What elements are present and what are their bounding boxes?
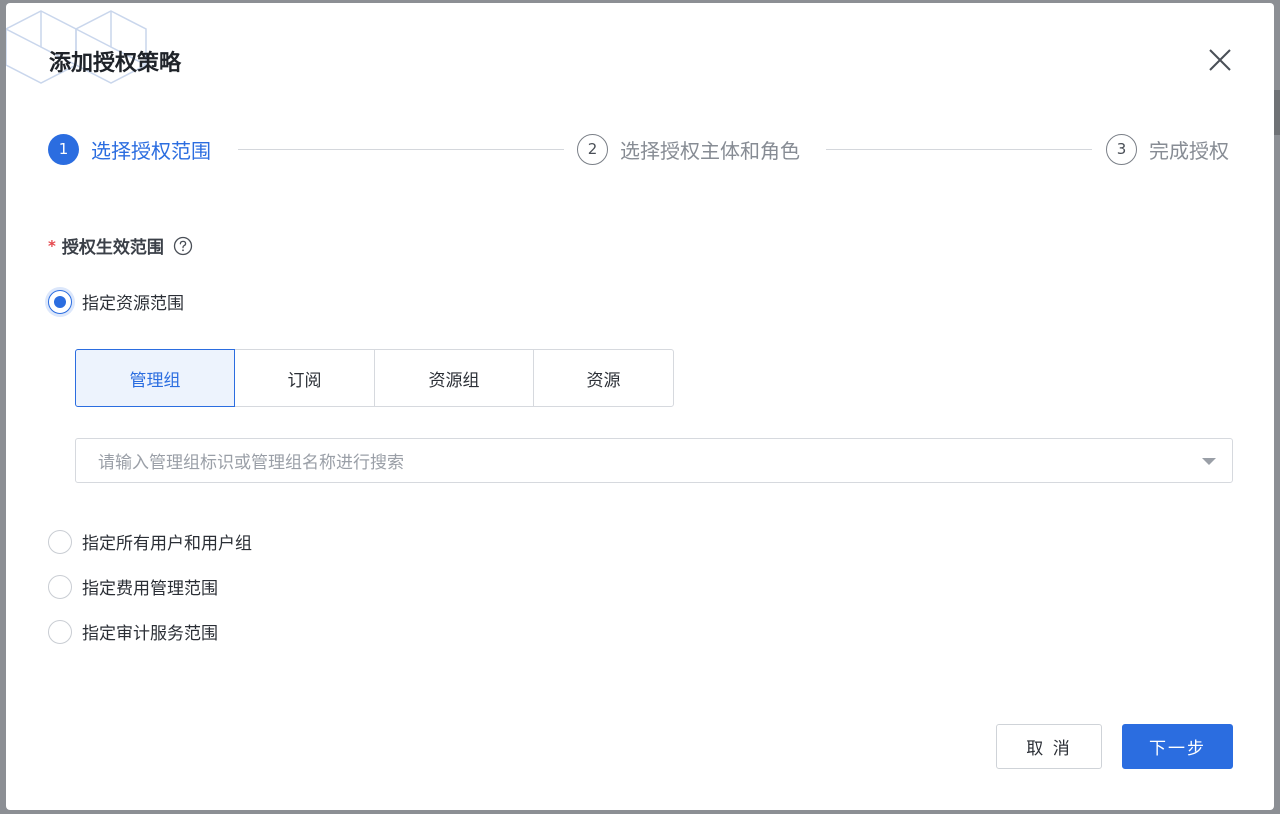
caret-down-icon[interactable] [1202, 458, 1216, 465]
step-connector [238, 149, 564, 150]
question-circle-icon[interactable] [173, 236, 193, 256]
scope-label-text: 授权生效范围 [61, 238, 164, 258]
step-indicator: 1 选择授权范围 2 选择授权主体和角色 3 完成授权 [48, 132, 1234, 166]
step-number: 3 [1106, 133, 1137, 165]
radio-label: 指定费用管理范围 [82, 579, 218, 599]
step-connector [826, 149, 1092, 150]
step-3: 3 完成授权 [1106, 132, 1229, 166]
step-1: 1 选择授权范围 [48, 132, 211, 166]
add-authorization-policy-dialog: 添加授权策略 1 选择授权范围 2 选择授权主体和角色 3 完成授权 * 授权生… [6, 3, 1274, 810]
tab-management-group[interactable]: 管理组 [75, 349, 235, 407]
radio-all-users-scope[interactable]: 指定所有用户和用户组 [48, 529, 252, 554]
step-label: 选择授权范围 [91, 138, 211, 163]
radio-button[interactable] [48, 574, 72, 599]
background-scrollbar [1274, 90, 1280, 135]
tab-resource-group[interactable]: 资源组 [374, 349, 534, 407]
next-step-button[interactable]: 下一步 [1122, 724, 1233, 769]
tab-subscription[interactable]: 订阅 [234, 349, 375, 407]
step-label: 选择授权主体和角色 [620, 138, 800, 163]
radio-label: 指定所有用户和用户组 [82, 534, 252, 554]
resource-type-tabs: 管理组 订阅 资源组 资源 [75, 349, 674, 407]
step-label: 完成授权 [1149, 138, 1229, 163]
step-number: 2 [577, 133, 608, 165]
radio-billing-scope[interactable]: 指定费用管理范围 [48, 574, 218, 599]
scope-field-label: * 授权生效范围 [48, 233, 193, 258]
cancel-button[interactable]: 取 消 [996, 724, 1102, 769]
radio-button[interactable] [48, 529, 72, 554]
management-group-search-select[interactable]: 请输入管理组标识或管理组名称进行搜索 [75, 438, 1233, 483]
radio-resource-scope[interactable]: 指定资源范围 [48, 289, 184, 314]
radio-label: 指定审计服务范围 [82, 624, 218, 644]
step-2: 2 选择授权主体和角色 [577, 132, 800, 166]
radio-button[interactable] [48, 289, 72, 314]
close-icon[interactable] [1206, 46, 1234, 74]
radio-audit-scope[interactable]: 指定审计服务范围 [48, 619, 218, 644]
select-placeholder: 请输入管理组标识或管理组名称进行搜索 [98, 453, 404, 473]
tab-resource[interactable]: 资源 [533, 349, 674, 407]
radio-label: 指定资源范围 [82, 294, 184, 314]
dialog-title: 添加授权策略 [49, 51, 182, 76]
required-mark: * [48, 236, 56, 255]
radio-button[interactable] [48, 619, 72, 644]
step-number: 1 [48, 133, 79, 165]
